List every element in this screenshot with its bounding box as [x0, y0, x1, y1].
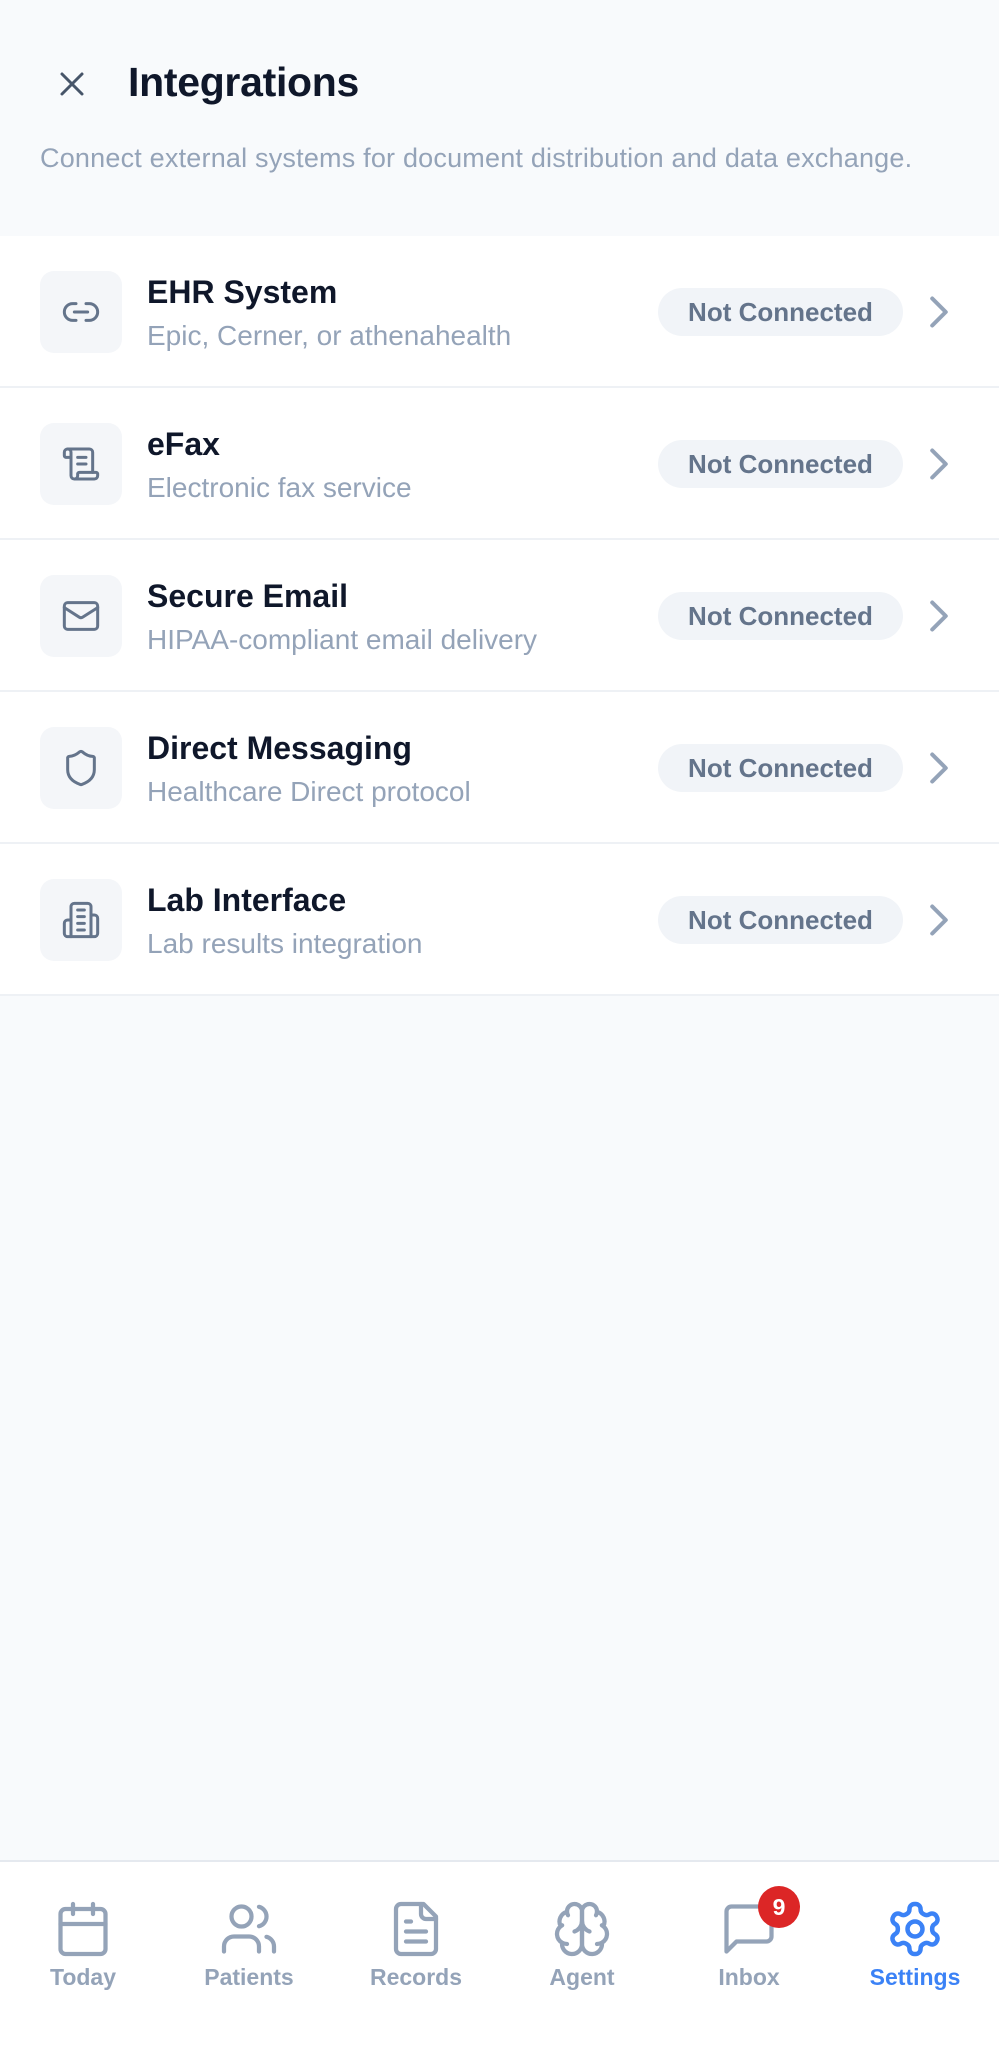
integration-name: Secure Email	[147, 578, 348, 614]
tab-patients[interactable]: Patients	[166, 1862, 332, 2002]
status-badge: Not Connected	[658, 288, 903, 336]
status-badge: Not Connected	[658, 440, 903, 488]
tab-label: Today	[49, 1964, 117, 1990]
calendar-icon	[58, 1901, 108, 1957]
integration-icon-box	[40, 271, 122, 353]
integration-name: EHR System	[147, 274, 338, 310]
integration-icon-box	[40, 879, 122, 961]
tab-today[interactable]: Today	[0, 1862, 166, 2002]
integration-row-direct-messaging[interactable]: Direct Messaging Healthcare Direct proto…	[0, 692, 999, 844]
integration-row-lab-interface[interactable]: Lab Interface Lab results integration No…	[0, 844, 999, 996]
tab-settings[interactable]: Settings	[832, 1862, 998, 2002]
page-title: Integrations	[128, 59, 360, 105]
integration-icon-box	[40, 423, 122, 505]
tab-label: Settings	[869, 1964, 961, 1990]
status-badge: Not Connected	[658, 592, 903, 640]
integration-row-efax[interactable]: eFax Electronic fax service Not Connecte…	[0, 388, 999, 540]
integration-name: Direct Messaging	[147, 730, 412, 766]
integration-row-ehr-system[interactable]: EHR System Epic, Cerner, or athenahealth…	[0, 236, 999, 388]
close-button[interactable]	[40, 52, 104, 116]
status-badge: Not Connected	[658, 744, 903, 792]
integration-row-secure-email[interactable]: Secure Email HIPAA-compliant email deliv…	[0, 540, 999, 692]
tab-label: Agent	[549, 1964, 615, 1990]
integration-description: Epic, Cerner, or athenahealth	[147, 320, 512, 351]
users-icon	[221, 1904, 277, 1954]
building-icon	[62, 901, 100, 939]
integration-name: Lab Interface	[147, 882, 347, 918]
tab-label: Patients	[204, 1964, 294, 1990]
close-icon	[60, 72, 84, 96]
integration-description: Electronic fax service	[147, 472, 412, 503]
bottom-tab-bar: Today Patients Records Agent 9 Inbox Set…	[0, 1860, 999, 2048]
integrations-list: EHR System Epic, Cerner, or athenahealth…	[0, 236, 999, 996]
gear-icon	[890, 1901, 940, 1957]
integration-icon-box	[40, 727, 122, 809]
mail-icon	[62, 601, 100, 631]
header: Integrations Connect external systems fo…	[0, 0, 999, 236]
tab-inbox[interactable]: 9 Inbox	[666, 1862, 832, 2002]
chevron-right-icon	[930, 752, 948, 784]
chevron-right-icon	[930, 904, 948, 936]
chevron-right-icon	[930, 448, 948, 480]
tab-label: Records	[369, 1964, 463, 1990]
status-badge: Not Connected	[658, 896, 903, 944]
file-text-icon	[393, 1901, 439, 1957]
tab-agent[interactable]: Agent	[499, 1862, 665, 2002]
integration-description: Healthcare Direct protocol	[147, 776, 471, 807]
tab-records[interactable]: Records	[333, 1862, 499, 2002]
page-subtitle: Connect external systems for document di…	[40, 143, 913, 173]
integration-description: Lab results integration	[147, 928, 423, 959]
chevron-right-icon	[930, 600, 948, 632]
link-icon	[62, 302, 100, 322]
tab-label: Inbox	[718, 1964, 780, 1990]
integration-description: HIPAA-compliant email delivery	[147, 624, 538, 655]
integration-name: eFax	[147, 426, 220, 462]
integration-icon-box	[40, 575, 122, 657]
brain-icon	[554, 1901, 610, 1957]
integrations-screen: Integrations Connect external systems fo…	[0, 0, 999, 2048]
chevron-right-icon	[930, 296, 948, 328]
inbox-count-badge: 9	[758, 1886, 800, 1928]
scroll-icon	[62, 447, 100, 481]
shield-icon	[66, 749, 96, 787]
